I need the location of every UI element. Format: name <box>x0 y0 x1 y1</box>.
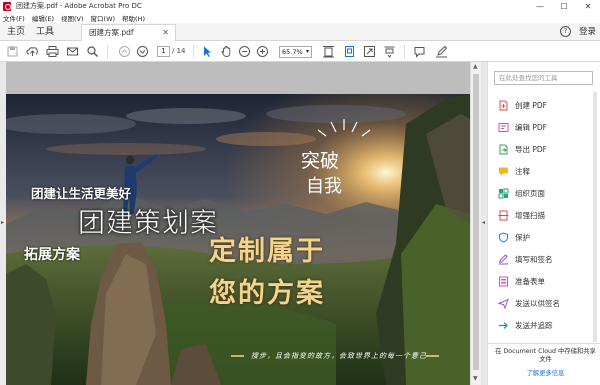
scroll-up-icon[interactable]: ▲ <box>473 63 478 70</box>
sign-pen-icon[interactable] <box>435 45 448 58</box>
acrobat-app-icon <box>3 1 11 11</box>
page-number-input[interactable]: 1 <box>157 46 170 57</box>
scroll-mode-icon[interactable] <box>383 45 396 58</box>
menu-window[interactable]: 窗口(W) <box>91 13 116 23</box>
signin-link[interactable]: 登录 <box>579 23 596 41</box>
headline-text: 团建策划案 <box>78 208 218 240</box>
close-tab-icon[interactable]: ✕ <box>162 25 169 41</box>
menu-edit[interactable]: 编辑(E) <box>32 13 54 23</box>
tool-comment[interactable]: 注释 <box>498 164 530 178</box>
tool-label: 导出 PDF <box>515 144 547 154</box>
chevron-down-icon: ▾ <box>305 48 309 55</box>
maximize-button[interactable]: ☐ <box>553 0 575 12</box>
tool-edit-pdf[interactable]: 编辑 PDF <box>498 120 547 134</box>
tool-label: 保护 <box>515 232 530 242</box>
tool-label: 创建 PDF <box>515 100 547 110</box>
tab-bar: 主页 工具 团建方案.pdf ✕ ? 登录 <box>0 23 600 41</box>
window-title: 团建方案.pdf - Adobe Acrobat Pro DC <box>16 2 142 10</box>
scroll-down-icon[interactable]: ▼ <box>473 375 478 382</box>
tool-search-input[interactable]: 在此处查找您的工具 <box>494 71 593 85</box>
prepare-form-icon <box>498 276 509 287</box>
tool-label: 发送并追踪 <box>515 320 553 330</box>
tools-scrollbar[interactable] <box>593 92 597 342</box>
gold-headline-line1: 定制属于 <box>209 236 325 267</box>
document-tab-label: 团建方案.pdf <box>89 28 134 37</box>
next-page-icon[interactable] <box>136 45 149 58</box>
protect-icon <box>498 231 509 243</box>
tools-pane: 在此处查找您的工具 创建 PDF 编辑 PDF 导出 PDF 注释 组织页面 增… <box>487 62 600 385</box>
tool-fill-sign[interactable]: 填写和签名 <box>498 252 553 266</box>
save-icon[interactable] <box>6 45 19 58</box>
tool-create-pdf[interactable]: 创建 PDF <box>498 98 547 112</box>
fill-sign-icon <box>498 253 509 265</box>
print-icon[interactable] <box>46 45 59 58</box>
vertical-scrollbar[interactable]: ▲ ▼ <box>470 62 481 385</box>
previous-page-icon[interactable] <box>118 45 131 58</box>
enhance-scan-icon <box>498 210 509 221</box>
hand-tool-icon[interactable] <box>220 45 233 58</box>
subheading-text: 拓展方案 <box>24 247 80 263</box>
tool-label: 准备表单 <box>515 276 545 286</box>
edit-pdf-icon <box>498 122 509 133</box>
calligraphy-text-1: 突破 <box>301 150 340 172</box>
zoom-in-icon[interactable] <box>256 45 269 58</box>
minimize-button[interactable]: — <box>529 0 551 12</box>
comment-icon[interactable] <box>413 45 426 58</box>
tab-home[interactable]: 主页 <box>7 23 25 41</box>
menu-bar: 文件(F) 编辑(E) 视图(V) 窗口(W) 帮助(H) <box>0 12 600 23</box>
tool-label: 填写和签名 <box>515 254 553 264</box>
export-pdf-icon <box>498 144 509 155</box>
zoom-out-icon[interactable] <box>238 45 251 58</box>
send-track-icon <box>498 320 509 331</box>
tab-document[interactable]: 团建方案.pdf ✕ <box>81 24 176 41</box>
tool-label: 注释 <box>515 166 530 176</box>
create-pdf-icon <box>498 100 509 111</box>
collapse-right-icon: ◂ <box>482 219 486 226</box>
main-toolbar: 1 / 14 65.7% ▾ <box>0 41 600 62</box>
tool-send-for-signature[interactable]: 发送以供签名 <box>498 296 560 310</box>
tool-protect[interactable]: 保护 <box>498 230 530 244</box>
fit-page-icon[interactable] <box>322 45 335 58</box>
select-cursor-icon[interactable] <box>200 45 213 58</box>
tab-tools[interactable]: 工具 <box>36 23 54 41</box>
slogan-text: 团建让生活更美好 <box>31 186 132 201</box>
tool-label: 编辑 PDF <box>515 122 547 132</box>
zoom-level-value: 65.7% <box>282 48 303 56</box>
scrollbar-thumb[interactable] <box>473 74 479 370</box>
cloud-upload-icon[interactable] <box>26 45 39 58</box>
tool-send-track[interactable]: 发送并追踪 <box>498 318 553 332</box>
menu-help[interactable]: 帮助(H) <box>122 13 145 23</box>
full-screen-icon[interactable] <box>363 45 376 58</box>
page-view-icon[interactable] <box>343 45 356 58</box>
tool-label: 增强扫描 <box>515 210 545 220</box>
title-bar: 团建方案.pdf - Adobe Acrobat Pro DC — ☐ ✕ <box>0 0 600 12</box>
document-background <box>6 62 470 94</box>
tool-prepare-form[interactable]: 准备表单 <box>498 274 545 288</box>
expand-left-icon: ▸ <box>1 219 5 226</box>
organize-pages-icon <box>498 188 509 199</box>
learn-more-link[interactable]: 了解更多信息 <box>494 368 597 377</box>
tool-enhance-scan[interactable]: 增强扫描 <box>498 208 545 222</box>
search-icon[interactable] <box>86 45 99 58</box>
tool-export-pdf[interactable]: 导出 PDF <box>498 142 547 156</box>
tool-label: 发送以供签名 <box>515 298 560 308</box>
pdf-page: 团建让生活更美好 团建策划案 拓展方案 定制属于 您的方案 突破 自我 搜步，且… <box>6 94 470 385</box>
close-button[interactable]: ✕ <box>577 0 599 12</box>
document-cloud-text: 在 Document Cloud 中存储和共享文件 <box>495 348 596 363</box>
tagline-text: 搜步，且会指变的故方，会致世界上的每一个意己 <box>251 352 427 360</box>
page-total: / 14 <box>172 47 186 55</box>
tool-organize-pages[interactable]: 组织页面 <box>498 186 545 200</box>
menu-view[interactable]: 视图(V) <box>61 13 84 23</box>
tool-label: 组织页面 <box>515 188 545 198</box>
email-icon[interactable] <box>66 45 79 58</box>
zoom-level-select[interactable]: 65.7% ▾ <box>279 46 312 58</box>
help-icon[interactable]: ? <box>560 26 571 37</box>
gold-headline-line2: 您的方案 <box>209 278 325 309</box>
comment-icon <box>498 166 509 177</box>
send-for-signature-icon <box>498 298 509 309</box>
document-view[interactable]: 团建让生活更美好 团建策划案 拓展方案 定制属于 您的方案 突破 自我 搜步，且… <box>6 62 470 385</box>
menu-file[interactable]: 文件(F) <box>3 13 25 23</box>
calligraphy-text-2: 自我 <box>306 176 342 197</box>
divider <box>488 343 600 344</box>
